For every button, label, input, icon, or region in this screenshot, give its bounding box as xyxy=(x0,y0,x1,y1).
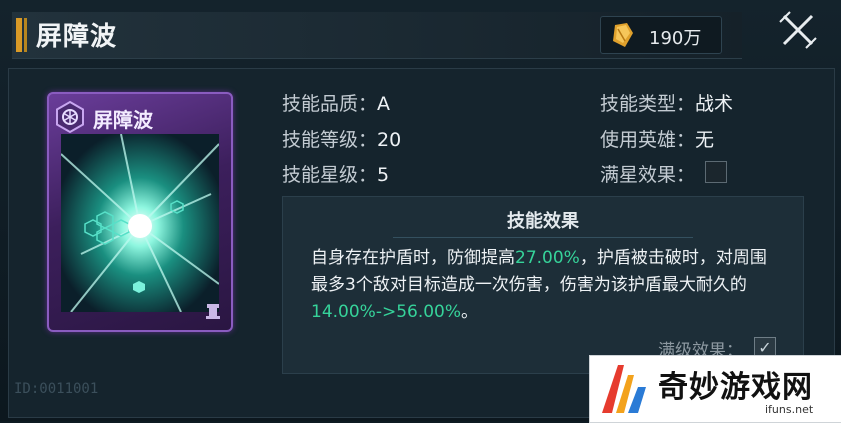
attr-star-label: 技能星级： xyxy=(282,164,378,186)
skill-type-icon xyxy=(56,100,84,134)
currency-value: 190万 xyxy=(649,28,702,49)
attr-quality: 技能品质：A xyxy=(282,89,390,116)
effect-title: 技能效果 xyxy=(507,211,579,232)
attr-level-value: 20 xyxy=(377,129,402,151)
skill-card[interactable]: 屏障波 xyxy=(47,92,233,332)
attr-hero: 使用英雄：无 xyxy=(600,125,714,152)
watermark: 奇妙游戏网 ifuns.net xyxy=(589,355,841,423)
attr-type: 技能类型：战术 xyxy=(600,89,733,116)
card-name: 屏障波 xyxy=(93,108,153,132)
attr-level: 技能等级：20 xyxy=(282,125,401,152)
attr-level-label: 技能等级： xyxy=(282,129,378,151)
attr-star: 技能星级：5 xyxy=(282,160,389,187)
close-button[interactable] xyxy=(776,8,820,52)
effect-divider xyxy=(393,237,693,238)
barrier-wave-art xyxy=(61,134,219,312)
effect-defense-value: 27.00% xyxy=(515,248,580,268)
attr-fullstar-label: 满星效果： xyxy=(600,164,696,186)
page-title: 屏障波 xyxy=(36,22,118,52)
attr-quality-value: A xyxy=(377,93,391,115)
crystal-icon xyxy=(613,23,633,47)
currency-display[interactable]: 190万 xyxy=(600,16,722,54)
effect-damage-value: 14.00%->56.00% xyxy=(311,302,462,322)
watermark-url: ifuns.net xyxy=(765,403,814,416)
title-accent-secondary xyxy=(24,18,27,52)
attr-type-value: 战术 xyxy=(695,93,734,115)
skill-detail-screen: 屏障波 190万 屏障波 技能品质：A 技能等级：20 技能星级：5 技能类型：… xyxy=(0,0,841,423)
uid-text: ID:0011001 xyxy=(14,381,99,397)
effect-text-part3: 。 xyxy=(461,302,479,322)
attr-type-label: 技能类型： xyxy=(600,93,696,115)
fullstar-checkbox[interactable] xyxy=(705,161,727,183)
attr-hero-label: 使用英雄： xyxy=(600,129,696,151)
header: 屏障波 190万 xyxy=(0,0,841,66)
rook-icon xyxy=(206,304,220,319)
close-icon xyxy=(779,11,817,49)
effect-description: 自身存在护盾时，防御提高27.00%，护盾被击破时，对周围最多3个敌对目标造成一… xyxy=(311,245,781,326)
effect-text-part1: 自身存在护盾时，防御提高 xyxy=(311,248,515,268)
title-accent xyxy=(16,18,22,52)
attr-quality-label: 技能品质： xyxy=(282,93,378,115)
site-logo-icon xyxy=(602,365,646,413)
attr-star-value: 5 xyxy=(377,164,390,186)
attr-hero-value: 无 xyxy=(695,129,715,151)
watermark-name: 奇妙游戏网 xyxy=(658,370,813,405)
attr-fullstar: 满星效果： xyxy=(600,160,695,187)
